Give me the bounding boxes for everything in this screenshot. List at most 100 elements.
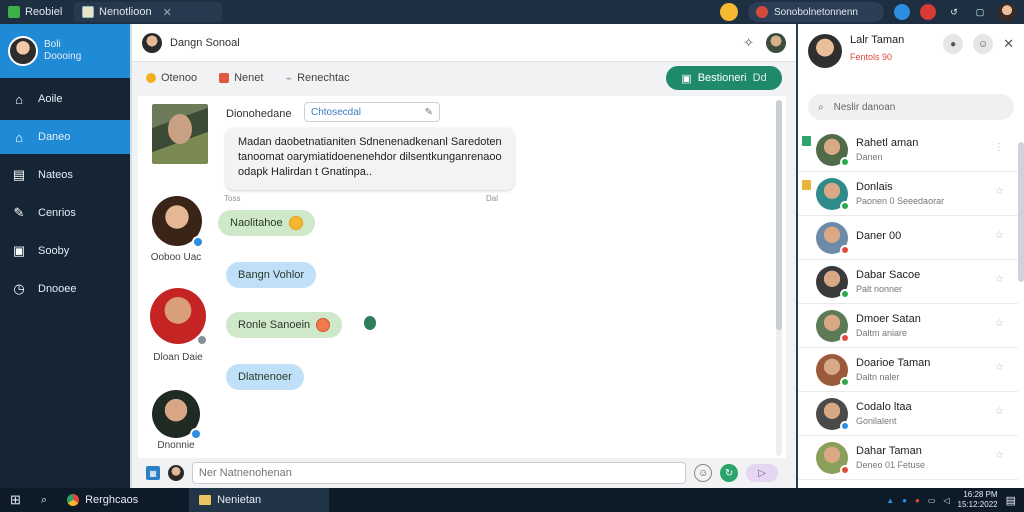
sidebar-item-sooby[interactable]: ▣ Sooby xyxy=(0,234,130,268)
tab-reobiel[interactable]: Reobiel xyxy=(0,2,74,22)
tool-nenet[interactable]: Nenet xyxy=(219,72,263,84)
share-icon[interactable]: ↺ xyxy=(946,4,962,20)
contact-text: Dmoer Satan Daltm aniare xyxy=(856,313,921,338)
emoji-icon[interactable]: ☺ xyxy=(973,34,994,54)
alert-icon[interactable]: ● xyxy=(915,496,920,505)
star-icon[interactable]: ☆ xyxy=(995,230,1004,241)
tab-nenotlioon[interactable]: Nenotlioon ✕ xyxy=(74,2,222,22)
wand-icon: ✎ xyxy=(13,205,25,220)
folder-icon xyxy=(199,495,212,505)
star-icon[interactable]: ☆ xyxy=(995,186,1004,197)
emoji-icon[interactable]: ☺ xyxy=(694,464,713,482)
avatar[interactable] xyxy=(766,32,786,53)
notifications-icon[interactable] xyxy=(920,4,936,20)
contact-status: Gonilalent xyxy=(856,416,897,426)
sidebar-item-dnooee[interactable]: ◷ Dnooee xyxy=(0,272,130,306)
contact-row[interactable]: Doarioe Taman Daltn naler ☆ xyxy=(798,348,1018,392)
bluetooth-icon[interactable]: ● xyxy=(902,496,907,505)
avatar[interactable] xyxy=(150,288,208,346)
avatar[interactable] xyxy=(152,196,204,248)
star-icon[interactable]: ☆ xyxy=(995,318,1004,329)
battery-icon[interactable]: ▭ xyxy=(928,496,936,505)
star-icon[interactable]: ☆ xyxy=(995,362,1004,373)
taskbar-item-folder[interactable]: Nenietan xyxy=(189,488,330,512)
presence-icon xyxy=(840,420,850,431)
sidebar-item-aoile[interactable]: ⌂ Aoile xyxy=(0,82,130,116)
avatar[interactable] xyxy=(152,390,202,440)
avatar[interactable] xyxy=(998,3,1016,21)
contact-row[interactable]: Codalo ltaa Gonilalent ☆ xyxy=(798,392,1018,436)
contact-status: Deneo 01 Fetuse xyxy=(856,460,926,470)
more-icon[interactable]: ▷ xyxy=(746,464,778,482)
message-bubble[interactable]: Dlatnenoer xyxy=(226,364,304,390)
message-input[interactable] xyxy=(191,462,687,484)
message-bubble[interactable]: Madan daobetnatianiten Sdnenenadkenanl S… xyxy=(226,128,514,190)
send-icon[interactable]: ↻ xyxy=(720,464,739,482)
close-icon[interactable]: ✕ xyxy=(163,6,172,19)
contacts-subtitle: Fentols 90 xyxy=(850,52,893,62)
shared-photo[interactable] xyxy=(152,104,208,164)
sidebar-item-nateos[interactable]: ▤ Nateos xyxy=(0,158,130,192)
volume-icon[interactable]: ◁ xyxy=(943,496,949,505)
contact-row[interactable]: Donlais Paonen 0 Seeedaorar ☆ xyxy=(798,172,1018,216)
window-icon[interactable]: ▢ xyxy=(972,4,988,20)
contact-row[interactable]: Dahar Taman Deneo 01 Fetuse ☆ xyxy=(798,436,1018,480)
message-bubble[interactable]: Naolitahoe xyxy=(218,210,315,236)
pin-icon[interactable]: ✧ xyxy=(743,35,754,51)
reaction-icon[interactable] xyxy=(364,316,376,330)
contacts-search[interactable]: ⌕ Neslir danoan xyxy=(808,94,1014,120)
message-bubble[interactable]: Bangn Vohlor xyxy=(226,262,317,288)
contact-row[interactable]: Rahetl aman Danen ⋮ xyxy=(798,128,1018,172)
contact-text: Codalo ltaa Gonilalent xyxy=(856,401,912,426)
contact-row[interactable]: Daner 00 ☆ xyxy=(798,216,1018,260)
emoji-icon[interactable] xyxy=(720,3,738,21)
contact-text: Dahar Taman Deneo 01 Fetuse xyxy=(856,445,925,470)
tool-label: Otenoo xyxy=(161,72,198,84)
taskbar-item-label: Rerghcaos xyxy=(85,494,139,506)
star-icon[interactable]: ☆ xyxy=(995,450,1004,461)
contacts-panel: Lalr Taman Fentols 90 ● ☺ ✕ ⌕ Neslir dan… xyxy=(796,24,1024,488)
attach-icon[interactable]: ▦ xyxy=(146,466,160,480)
inline-reply-input[interactable]: Chtosecdal ✎ xyxy=(304,102,440,122)
address-pill[interactable]: Sonobolnetonnenn xyxy=(748,2,884,22)
message-bubble[interactable]: Ronle Sanoein xyxy=(226,312,343,338)
presence-icon xyxy=(840,200,850,211)
close-icon[interactable]: ✕ xyxy=(1003,36,1014,52)
verified-icon xyxy=(190,428,202,440)
contact-status: Daltm aniare xyxy=(856,328,908,338)
user-icon[interactable]: ● xyxy=(943,34,964,54)
tool-otenoo[interactable]: Otenoo xyxy=(146,72,197,84)
avatar xyxy=(8,36,38,66)
contacts-header-text: Lalr Taman Fentols 90 xyxy=(850,34,904,62)
sidebar: Boli Doooing ⌂ Aoile ⌂ Daneo ▤ Nateos ✎ … xyxy=(0,24,130,488)
taskbar-item-browser[interactable]: Rerghcaos xyxy=(57,488,189,512)
clock[interactable]: 16:28 PM 15:12:2022 xyxy=(958,490,998,510)
contact-row[interactable]: Dabar Sacoe Palt nonner ☆ xyxy=(798,260,1018,304)
message-scrollbar[interactable] xyxy=(776,100,782,456)
flag-icon xyxy=(802,180,811,190)
save-icon: ▣ xyxy=(681,72,692,85)
sidebar-item-daneo[interactable]: ⌂ Daneo xyxy=(0,120,130,154)
notifications-icon[interactable]: ▤ xyxy=(1006,494,1016,507)
sidebar-item-label: Cenrios xyxy=(38,207,76,219)
message-meta: Dal xyxy=(486,194,499,203)
contacts-scrollbar[interactable] xyxy=(1018,142,1024,282)
star-icon[interactable]: ☆ xyxy=(995,274,1004,285)
avatar[interactable] xyxy=(808,34,842,68)
tool-renechtac[interactable]: ⌁ Renechtac xyxy=(285,72,349,85)
contact-status: Danen xyxy=(856,152,883,162)
presence-icon xyxy=(840,244,850,255)
start-button[interactable]: ⊞ xyxy=(0,488,31,512)
sync-icon[interactable] xyxy=(894,4,910,20)
search-icon[interactable]: ⌕ xyxy=(31,488,57,512)
network-icon[interactable]: ▲ xyxy=(886,496,894,505)
star-icon[interactable]: ☆ xyxy=(995,406,1004,417)
sidebar-item-cenrios[interactable]: ✎ Cenrios xyxy=(0,196,130,230)
more-icon[interactable]: ⋮ xyxy=(994,142,1004,153)
message-list[interactable]: Dionohedane Chtosecdal ✎ Madan daobetnat… xyxy=(138,96,786,458)
contact-row[interactable]: Dmoer Satan Daltm aniare ☆ xyxy=(798,304,1018,348)
verified-icon xyxy=(192,236,204,248)
primary-action-button[interactable]: ▣ Bestioneri Dd xyxy=(666,66,782,90)
sidebar-profile[interactable]: Boli Doooing xyxy=(0,24,130,78)
presence-icon xyxy=(840,464,850,475)
